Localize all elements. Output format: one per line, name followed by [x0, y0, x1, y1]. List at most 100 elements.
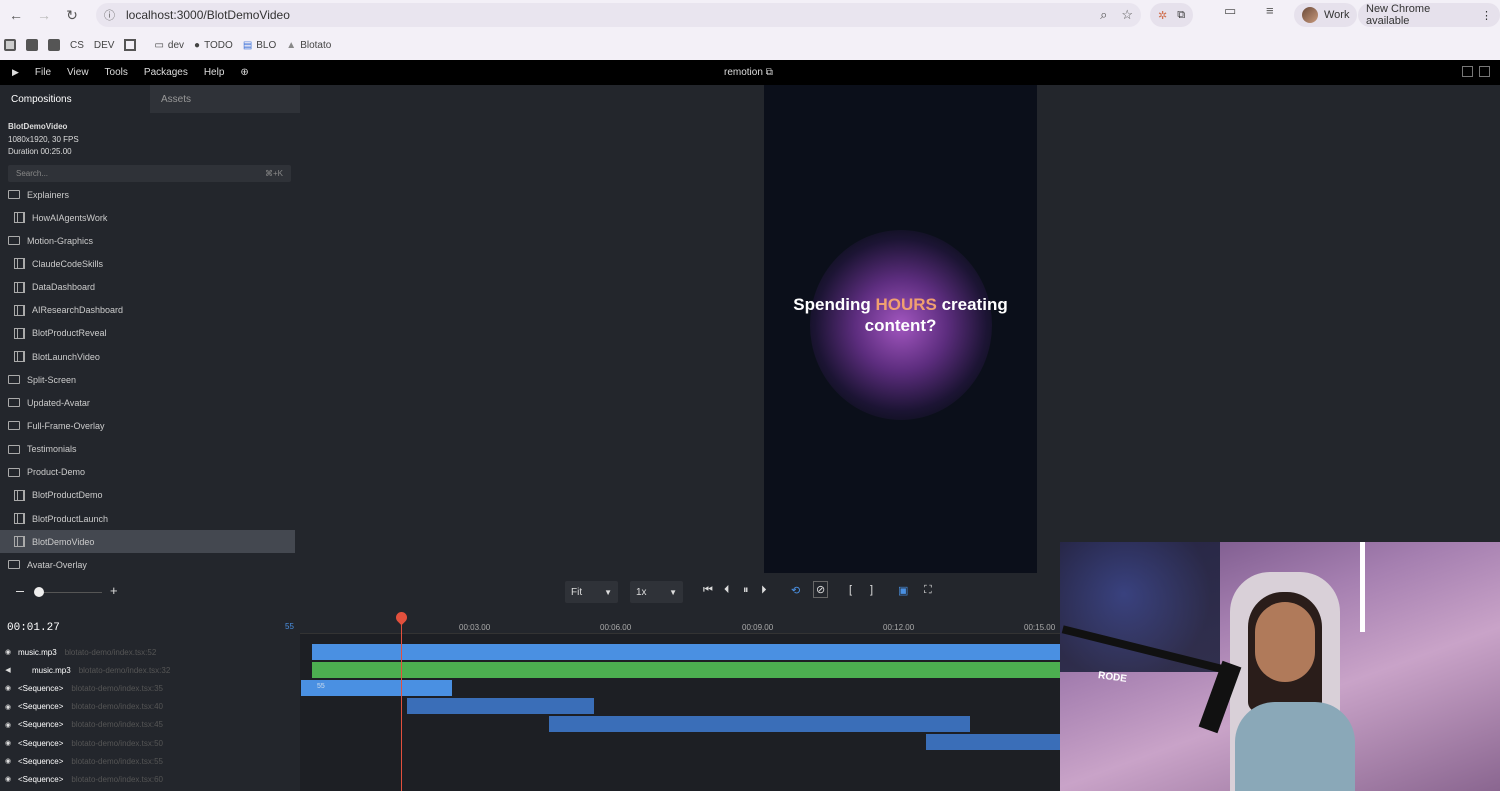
tree-composition[interactable]: AIResearchDashboard: [0, 299, 300, 322]
search-input[interactable]: Search... ⌘+K: [8, 164, 291, 182]
eye-icon[interactable]: ◉: [0, 648, 16, 656]
tree-folder[interactable]: Split-Screen: [0, 368, 300, 391]
bookmark-app-1[interactable]: [4, 39, 16, 51]
tree-folder[interactable]: Updated-Avatar: [0, 391, 300, 414]
track-label[interactable]: ◉ <Sequence> blotato-demo/index.tsx:60: [0, 770, 163, 788]
bookmark-star-icon[interactable]: ☆: [1121, 7, 1133, 23]
play-logo-icon[interactable]: ▶: [0, 67, 27, 78]
tree-folder[interactable]: Explainers: [0, 183, 300, 206]
track-source[interactable]: blotato-demo/index.tsx:35: [71, 684, 163, 693]
track-label[interactable]: ◉ <Sequence> blotato-demo/index.tsx:40: [0, 698, 163, 716]
chrome-update-button[interactable]: New Chrome available ⋮: [1358, 3, 1500, 27]
step-back-icon[interactable]: ⏴: [724, 584, 730, 597]
timeline-ruler[interactable]: 00:03.00 00:06.00 00:09.00 00:12.00 00:1…: [300, 610, 1060, 634]
bookmark-dev-caps[interactable]: DEV: [94, 40, 115, 51]
eye-icon[interactable]: ◉: [0, 703, 16, 711]
sequence-clip-2[interactable]: [407, 698, 594, 714]
reading-list-icon[interactable]: ≡: [1266, 3, 1274, 18]
in-point-icon[interactable]: [: [849, 584, 852, 596]
tab-search-icon[interactable]: ▭: [1224, 3, 1236, 19]
zoom-slider[interactable]: [36, 592, 102, 593]
tree-composition[interactable]: DataDashboard: [0, 276, 300, 299]
zoom-icon[interactable]: ⌕: [1100, 7, 1107, 23]
tree-composition[interactable]: HowAIAgentsWork: [0, 206, 300, 229]
track-source[interactable]: blotato-demo/index.tsx:32: [79, 666, 171, 675]
bookmark-folder-dev[interactable]: ▭ dev: [154, 40, 184, 51]
pause-icon[interactable]: ⏸: [743, 584, 749, 597]
tree-composition[interactable]: BlotProductLaunch: [0, 507, 300, 530]
bookmark-todo[interactable]: ● TODO: [194, 40, 233, 51]
extensions-group[interactable]: ✲ ⧉: [1150, 3, 1194, 27]
track-label[interactable]: ◉ <Sequence> blotato-demo/index.tsx:45: [0, 716, 163, 734]
zoom-out-icon[interactable]: [16, 591, 24, 592]
tab-compositions[interactable]: Compositions: [0, 85, 150, 113]
fullscreen-icon[interactable]: ⛶: [924, 584, 932, 597]
zoom-in-icon[interactable]: +: [110, 583, 118, 598]
tree-folder[interactable]: Testimonials: [0, 438, 300, 461]
eye-icon[interactable]: ◉: [0, 739, 16, 747]
menu-view[interactable]: View: [59, 67, 97, 78]
eye-icon[interactable]: ◉: [0, 757, 16, 765]
audio-clip-music-2[interactable]: [312, 662, 1060, 678]
menu-help[interactable]: Help: [196, 67, 233, 78]
tree-folder[interactable]: Full-Frame-Overlay: [0, 414, 300, 437]
bookmark-blo[interactable]: ▤ BLO: [243, 40, 276, 51]
bookmark-app-2[interactable]: [26, 39, 38, 51]
speaker-icon[interactable]: ◀: [0, 666, 16, 674]
left-panel-toggle-icon[interactable]: [1462, 66, 1473, 77]
sequence-clip-1[interactable]: 55: [301, 680, 452, 696]
tree-folder[interactable]: Avatar-Overlay: [0, 553, 300, 576]
track-source[interactable]: blotato-demo/index.tsx:45: [71, 720, 163, 729]
menu-packages[interactable]: Packages: [136, 67, 196, 78]
sequence-clip-3[interactable]: [549, 716, 970, 732]
track-source[interactable]: blotato-demo/index.tsx:52: [65, 648, 157, 657]
fit-select[interactable]: Fit ▼: [565, 581, 618, 603]
menu-file[interactable]: File: [27, 67, 59, 78]
step-forward-icon[interactable]: ⏵: [761, 584, 767, 597]
jump-to-start-icon[interactable]: ⏮: [703, 584, 713, 597]
out-point-icon[interactable]: ]: [870, 584, 873, 596]
address-bar[interactable]: ⓘ localhost:3000/BlotDemoVideo ⌕ ☆: [96, 3, 1141, 27]
track-label[interactable]: ◉ <Sequence> blotato-demo/index.tsx:55: [0, 752, 163, 770]
tree-composition[interactable]: ClaudeCodeSkills: [0, 252, 300, 275]
track-source[interactable]: blotato-demo/index.tsx:60: [71, 775, 163, 784]
playhead[interactable]: [401, 612, 402, 791]
profile-button[interactable]: Work: [1294, 3, 1358, 27]
extension-icon[interactable]: ✲: [1158, 9, 1167, 22]
tree-composition[interactable]: BlotLaunchVideo: [0, 345, 300, 368]
tree-composition[interactable]: BlotDemoVideo: [0, 530, 295, 554]
right-panel-toggle-icon[interactable]: [1479, 66, 1490, 77]
video-preview[interactable]: Spending HOURS creating content?: [764, 85, 1037, 573]
bookmark-cs[interactable]: CS: [70, 40, 84, 51]
sequence-clip-4[interactable]: [926, 734, 1060, 750]
info-icon[interactable]: ⊕: [232, 67, 256, 78]
track-source[interactable]: blotato-demo/index.tsx:50: [71, 739, 163, 748]
eye-icon[interactable]: ◉: [0, 684, 16, 692]
eye-icon[interactable]: ◉: [0, 721, 16, 729]
site-info-icon[interactable]: ⓘ: [104, 7, 120, 23]
bookmark-grid[interactable]: [124, 39, 137, 51]
track-label[interactable]: ◉ <Sequence> blotato-demo/index.tsx:50: [0, 734, 163, 752]
audio-clip-music-1[interactable]: [312, 644, 1060, 660]
loop-icon[interactable]: ⟲: [791, 584, 800, 597]
track-source[interactable]: blotato-demo/index.tsx:40: [71, 702, 163, 711]
menu-tools[interactable]: Tools: [97, 67, 136, 78]
track-label[interactable]: ◀ music.mp3 blotato-demo/index.tsx:32: [0, 661, 170, 679]
tab-assets[interactable]: Assets: [150, 85, 300, 113]
track-label[interactable]: ◉ music.mp3 blotato-demo/index.tsx:52: [0, 643, 156, 661]
tree-folder[interactable]: Product-Demo: [0, 461, 300, 484]
tree-composition[interactable]: BlotProductReveal: [0, 322, 300, 345]
mute-icon[interactable]: ⊘: [813, 581, 829, 598]
eye-icon[interactable]: ◉: [0, 775, 16, 783]
reload-icon[interactable]: ↻: [58, 0, 86, 30]
bookmark-app-3[interactable]: [48, 39, 60, 51]
bookmark-blotato[interactable]: ▲ Blotato: [286, 40, 331, 51]
checkerboard-icon[interactable]: ▣: [898, 584, 908, 597]
tree-folder[interactable]: Motion-Graphics: [0, 229, 300, 252]
puzzle-icon[interactable]: ⧉: [1177, 9, 1185, 22]
forward-arrow-icon[interactable]: →: [30, 0, 58, 30]
speed-select[interactable]: 1x ▼: [630, 581, 683, 603]
track-source[interactable]: blotato-demo/index.tsx:55: [71, 757, 163, 766]
tree-composition[interactable]: BlotProductDemo: [0, 484, 300, 507]
zoom-slider-handle[interactable]: [34, 587, 44, 597]
